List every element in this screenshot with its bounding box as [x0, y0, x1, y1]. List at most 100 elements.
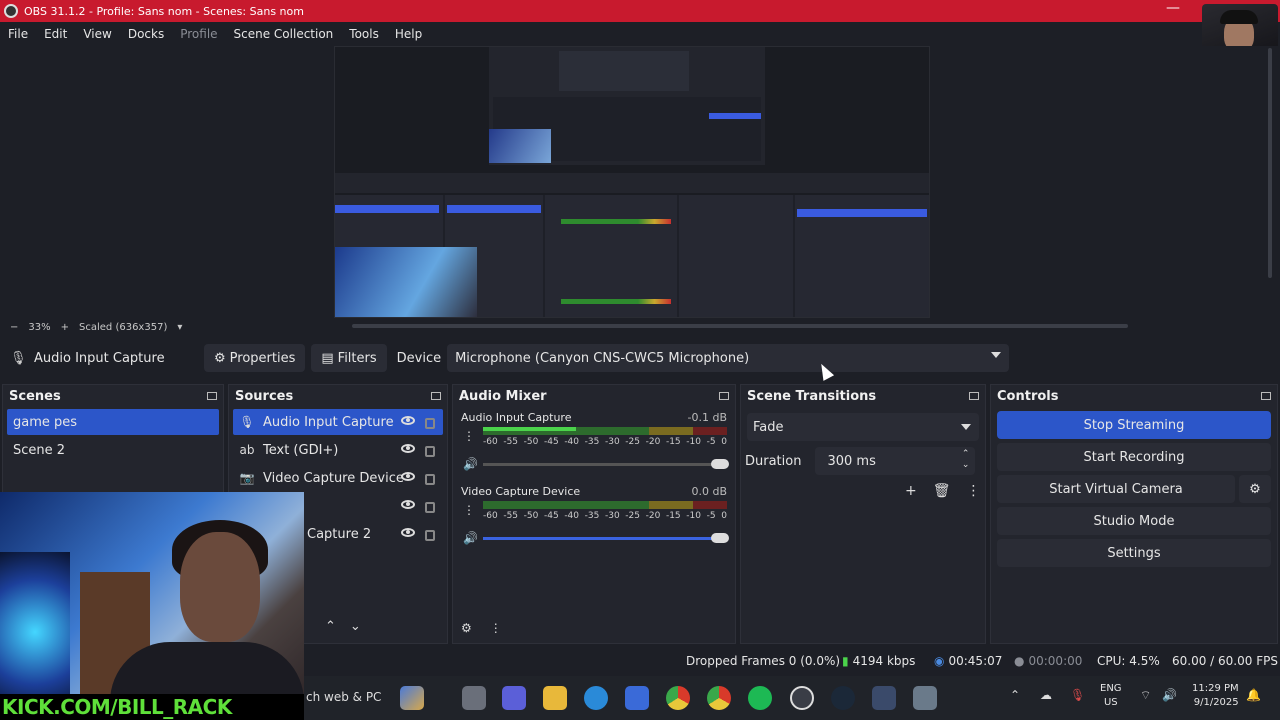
- task-view-icon[interactable]: [462, 686, 486, 710]
- audio-mixer-dock: Audio Mixer Audio Input Capture -0.1 dB …: [452, 384, 736, 644]
- meter-tick: -60: [483, 437, 498, 447]
- duration-input[interactable]: 300 ms ⌃ ⌄: [815, 447, 976, 475]
- lock-icon[interactable]: [425, 529, 435, 541]
- speaker-icon[interactable]: 🔊: [463, 457, 478, 471]
- meter-tick: -45: [543, 437, 559, 447]
- channel-menu-icon[interactable]: ⋮: [463, 429, 475, 443]
- menu-help[interactable]: Help: [387, 27, 430, 41]
- meter-tick: -35: [584, 437, 600, 447]
- chevron-down-icon: [991, 352, 1002, 358]
- teams-icon[interactable]: [502, 686, 526, 710]
- source-item[interactable]: 📷 Video Capture Device: [233, 465, 443, 491]
- preview-area[interactable]: [0, 46, 1280, 328]
- chrome-icon[interactable]: [666, 686, 690, 710]
- selected-source-name: Audio Input Capture: [34, 350, 165, 366]
- obs-icon[interactable]: [790, 686, 814, 710]
- menu-edit[interactable]: Edit: [36, 27, 75, 41]
- menu-docks[interactable]: Docks: [120, 27, 172, 41]
- menu-view[interactable]: View: [75, 27, 119, 41]
- eye-icon[interactable]: [401, 471, 415, 481]
- virtual-camera-settings-button[interactable]: ⚙: [1239, 475, 1271, 503]
- undock-icon[interactable]: [207, 392, 217, 400]
- store-icon[interactable]: [625, 686, 649, 710]
- remote-desktop-icon[interactable]: [872, 686, 896, 710]
- chrome-icon[interactable]: [707, 686, 731, 710]
- speaker-icon[interactable]: 🔊: [463, 531, 478, 545]
- weather-icon[interactable]: [400, 686, 424, 710]
- meter-tick: -40: [564, 511, 580, 521]
- dropped-frames: Dropped Frames 0 (0.0%): [686, 654, 841, 668]
- zoom-in-button[interactable]: +: [61, 322, 69, 333]
- undock-icon[interactable]: [969, 392, 979, 400]
- menu-bar: File Edit View Docks Profile Scene Colle…: [0, 22, 1280, 46]
- scene-item[interactable]: Scene 2: [7, 437, 219, 463]
- undock-icon[interactable]: [719, 392, 729, 400]
- zoom-out-button[interactable]: −: [10, 322, 18, 333]
- preview-canvas[interactable]: [334, 46, 930, 318]
- volume-slider[interactable]: [483, 533, 729, 543]
- filters-button[interactable]: ▤ Filters: [311, 344, 387, 372]
- advanced-audio-icon[interactable]: ⚙: [461, 621, 472, 635]
- mic-tray-icon[interactable]: 🎙: [1070, 688, 1085, 702]
- fps: 60.00 / 60.00 FPS: [1172, 654, 1278, 668]
- source-item[interactable]: 🎙 Audio Input Capture: [233, 409, 443, 435]
- menu-file[interactable]: File: [0, 27, 36, 41]
- move-up-icon[interactable]: ⌃: [325, 619, 336, 634]
- camera-icon: 📷: [239, 471, 255, 485]
- add-icon[interactable]: +: [905, 483, 917, 499]
- minimize-button[interactable]: —: [1164, 1, 1182, 17]
- properties-button[interactable]: ⚙ Properties: [204, 344, 306, 372]
- volume-slider[interactable]: [483, 459, 729, 469]
- transition-menu-icon[interactable]: ⋮: [967, 483, 981, 499]
- scale-dropdown-icon[interactable]: ▾: [177, 322, 182, 333]
- notification-bell-icon[interactable]: 🔔: [1246, 688, 1261, 702]
- transition-select[interactable]: Fade: [747, 413, 979, 441]
- device-select[interactable]: Microphone (Canyon CNS-CWC5 Microphone): [447, 344, 1010, 372]
- start-virtual-camera-button[interactable]: Start Virtual Camera: [997, 475, 1235, 503]
- studio-mode-button[interactable]: Studio Mode: [997, 507, 1271, 535]
- eye-icon[interactable]: [401, 527, 415, 537]
- taskbar-search[interactable]: ch web & PC: [306, 690, 381, 704]
- tray-chevron-icon[interactable]: ⌃: [1010, 688, 1020, 702]
- undock-icon[interactable]: [1261, 392, 1271, 400]
- stop-streaming-button[interactable]: Stop Streaming: [997, 411, 1271, 439]
- move-down-icon[interactable]: ⌄: [350, 619, 361, 634]
- eye-icon[interactable]: [401, 499, 415, 509]
- settings-button[interactable]: Settings: [997, 539, 1271, 567]
- settings-app-icon[interactable]: [913, 686, 937, 710]
- cloud-icon[interactable]: ☁: [1040, 688, 1052, 702]
- start-recording-button[interactable]: Start Recording: [997, 443, 1271, 471]
- wifi-icon[interactable]: ⌔: [1140, 688, 1151, 703]
- clock[interactable]: 11:29 PM 9/1/2025: [1192, 682, 1239, 710]
- scene-item[interactable]: game pes: [7, 409, 219, 435]
- spotify-icon[interactable]: [748, 686, 772, 710]
- mixer-channel: Video Capture Device 0.0 dB ⋮ -60 -55 -50-…: [459, 481, 729, 555]
- device-label: Device: [396, 350, 442, 366]
- language-indicator[interactable]: ENG US: [1100, 682, 1122, 710]
- channel-menu-icon[interactable]: ⋮: [463, 503, 475, 517]
- lock-icon[interactable]: [425, 501, 435, 513]
- volume-meter: [483, 501, 727, 509]
- meter-ticks: -60 -55 -50 -45 -40 -35 -30 -25 -20 -15 -10 -5 0: [483, 511, 727, 521]
- vertical-scrollbar[interactable]: [1268, 48, 1272, 278]
- menu-scene-collection[interactable]: Scene Collection: [226, 27, 342, 41]
- mixer-menu-icon[interactable]: ⋮: [490, 621, 502, 635]
- lock-icon[interactable]: [425, 417, 435, 429]
- eye-icon[interactable]: [401, 443, 415, 453]
- lock-icon[interactable]: [425, 473, 435, 485]
- eye-icon[interactable]: [401, 415, 415, 425]
- steam-icon[interactable]: [831, 686, 855, 710]
- menu-tools[interactable]: Tools: [341, 27, 387, 41]
- trash-icon[interactable]: 🗑: [933, 483, 951, 499]
- channel-db: 0.0 dB: [691, 485, 727, 498]
- menu-profile[interactable]: Profile: [172, 27, 225, 41]
- file-explorer-icon[interactable]: [543, 686, 567, 710]
- undock-icon[interactable]: [431, 392, 441, 400]
- controls-dock: Controls Stop Streaming Start Recording …: [990, 384, 1278, 644]
- source-item[interactable]: ab Text (GDI+): [233, 437, 443, 463]
- meter-tick: -25: [625, 511, 640, 521]
- lock-icon[interactable]: [425, 445, 435, 457]
- edge-icon[interactable]: [584, 686, 608, 710]
- volume-icon[interactable]: 🔊: [1162, 688, 1177, 702]
- stepper-icon[interactable]: ⌃ ⌄: [962, 449, 970, 471]
